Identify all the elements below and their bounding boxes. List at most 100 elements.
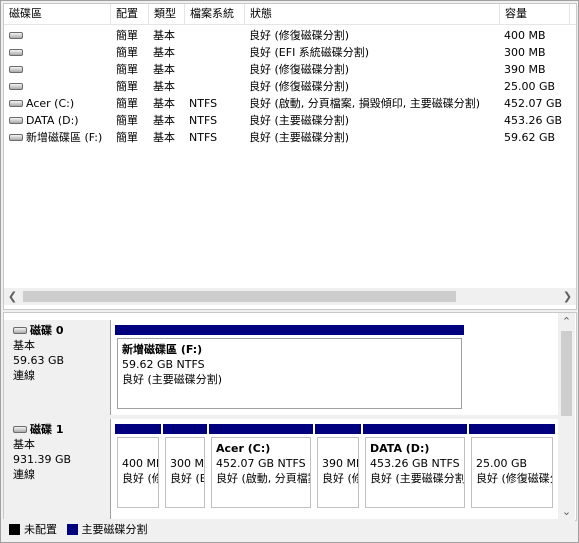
disk-drive-icon [13, 425, 27, 433]
table-row[interactable]: 簡單 基本 良好 (修復磁碟分割) 390 MB [4, 61, 576, 78]
partition-status: 良好 (啟動, 分頁檔案, 損毀傾印, 主要磁碟分割) [216, 472, 310, 485]
volume-name-cell [9, 44, 111, 61]
volume-capacity-cell: 452.07 GB [504, 97, 563, 110]
legend-primary-label: 主要磁碟分割 [81, 523, 148, 536]
volume-type-cell: 基本 [153, 97, 175, 110]
partition-bar [468, 423, 556, 435]
vertical-scrollbar[interactable]: ⌃ ⌄ [558, 313, 575, 520]
partition-bar [162, 423, 208, 435]
volume-status-cell: 良好 (修復磁碟分割) [249, 63, 350, 76]
table-row[interactable]: DATA (D:) 簡單 基本 NTFS 良好 (主要磁碟分割) 453.26 GB [4, 112, 576, 129]
partition-d[interactable]: DATA (D:) 453.26 GB NTFS 良好 (主要磁碟分割) [362, 423, 468, 511]
partition-title [322, 441, 354, 456]
legend-unallocated-swatch [9, 523, 20, 535]
volume-type-cell: 基本 [153, 46, 175, 59]
horizontal-scrollbar[interactable]: ❮ ❯ [4, 288, 576, 305]
volume-list: 磁碟區 配置 類型 檔案系統 狀態 容量 簡單 基本 良好 (修復磁碟分割) 400 … [3, 3, 577, 310]
partition-size: 453.26 GB NTFS [370, 457, 460, 470]
volume-type-cell: 基本 [153, 80, 175, 93]
volume-fs-cell [189, 78, 245, 95]
partition-status: 良好 (修復磁碟分割) [122, 472, 158, 485]
partition-status: 良好 (修復磁碟分割) [322, 472, 358, 485]
partition-bar [314, 423, 362, 435]
partition-title [476, 441, 548, 456]
partition-recovery-3[interactable]: 25.00 GB 良好 (修復磁碟分割) [468, 423, 556, 511]
partition-body: 25.00 GB 良好 (修復磁碟分割) [471, 437, 553, 508]
disk-drive-icon [9, 99, 23, 107]
volume-layout-cell: 簡單 [116, 46, 138, 59]
volume-fs-cell: NTFS [189, 114, 218, 127]
disk-drive-icon [13, 326, 27, 334]
table-row[interactable]: 簡單 基本 良好 (EFI 系統磁碟分割) 300 MB [4, 44, 576, 61]
disk-size: 931.39 GB [13, 453, 72, 466]
column-volume[interactable]: 磁碟區 [4, 4, 111, 24]
scroll-down-arrow[interactable]: ⌄ [558, 503, 575, 520]
partition-f[interactable]: 新增磁碟區 (F:) 59.62 GB NTFS 良好 (主要磁碟分割) [114, 324, 465, 412]
partition-body: 400 MB 良好 (修復磁碟分割) [117, 437, 159, 508]
volume-name: DATA (D:) [26, 114, 79, 127]
table-row[interactable]: 新增磁碟區 (F:) 簡單 基本 NTFS 良好 (主要磁碟分割) 59.62 GB [4, 129, 576, 146]
partition-size: 25.00 GB [476, 457, 528, 470]
disk-size: 59.63 GB [13, 354, 65, 367]
disk-drive-icon [9, 48, 23, 56]
partition-size: 390 MB [322, 457, 358, 470]
partition-body: 390 MB 良好 (修復磁碟分割) [317, 437, 359, 508]
volume-fs-cell [189, 27, 245, 44]
volume-status-cell: 良好 (主要磁碟分割) [249, 114, 350, 127]
horizontal-scroll-thumb[interactable] [23, 291, 456, 302]
disk-name: 磁碟 0 [30, 324, 64, 337]
volume-name-cell: DATA (D:) [9, 112, 111, 129]
disk-type: 基本 [13, 339, 35, 352]
partition-bar [208, 423, 314, 435]
partition-bar [114, 324, 465, 336]
column-type[interactable]: 類型 [149, 4, 185, 24]
partition-body: Acer (C:) 452.07 GB NTFS 良好 (啟動, 分頁檔案, 損毀傾… [211, 437, 311, 508]
disk-1-label[interactable]: 磁碟 1 基本 931.39 GB 連線 [4, 419, 111, 519]
volume-capacity-cell: 25.00 GB [504, 80, 556, 93]
column-status[interactable]: 狀態 [245, 4, 500, 24]
volume-name-cell [9, 78, 111, 95]
disk-0-label[interactable]: 磁碟 0 基本 59.63 GB 連線 [4, 320, 111, 416]
partition-recovery-1[interactable]: 400 MB 良好 (修復磁碟分割) [114, 423, 162, 511]
partition-size: 452.07 GB NTFS [216, 457, 306, 470]
partition-efi[interactable]: 300 MB 良好 (EFI 系統磁碟分割) [162, 423, 208, 511]
volume-name-cell: 新增磁碟區 (F:) [9, 129, 111, 146]
column-filesystem[interactable]: 檔案系統 [185, 4, 245, 24]
partition-title [170, 441, 200, 456]
partition-title: 新增磁碟區 (F:) [122, 343, 203, 356]
scroll-right-arrow[interactable]: ❯ [559, 288, 576, 305]
column-capacity[interactable]: 容量 [500, 4, 570, 24]
partition-size: 59.62 GB NTFS [122, 358, 205, 371]
disk-management-window: 磁碟區 配置 類型 檔案系統 狀態 容量 簡單 基本 良好 (修復磁碟分割) 400 … [0, 0, 579, 543]
partition-status: 良好 (主要磁碟分割) [370, 472, 465, 485]
volume-capacity-cell: 59.62 GB [504, 131, 556, 144]
partition-status: 良好 (EFI 系統磁碟分割) [170, 472, 204, 485]
volume-status-cell: 良好 (修復磁碟分割) [249, 80, 350, 93]
volume-name: Acer (C:) [26, 97, 75, 110]
legend-primary-swatch [66, 523, 78, 535]
partition-recovery-2[interactable]: 390 MB 良好 (修復磁碟分割) [314, 423, 362, 511]
partition-title: Acer (C:) [216, 442, 271, 455]
volume-fs-cell [189, 61, 245, 78]
partition-c[interactable]: Acer (C:) 452.07 GB NTFS 良好 (啟動, 分頁檔案, 損毀傾… [208, 423, 314, 511]
disk-drive-icon [9, 133, 23, 141]
partition-bar [114, 423, 162, 435]
volume-capacity-cell: 300 MB [504, 46, 546, 59]
partition-body: 新增磁碟區 (F:) 59.62 GB NTFS 良好 (主要磁碟分割) [117, 338, 462, 409]
partition-title: DATA (D:) [370, 442, 430, 455]
partition-size: 400 MB [122, 457, 158, 470]
scroll-left-arrow[interactable]: ❮ [4, 288, 21, 305]
table-row[interactable]: 簡單 基本 良好 (修復磁碟分割) 400 MB [4, 27, 576, 44]
table-row[interactable]: 簡單 基本 良好 (修復磁碟分割) 25.00 GB [4, 78, 576, 95]
column-layout[interactable]: 配置 [111, 4, 149, 24]
partition-body: 300 MB 良好 (EFI 系統磁碟分割) [165, 437, 205, 508]
disk-name: 磁碟 1 [30, 423, 64, 436]
volume-name-cell [9, 27, 111, 44]
scroll-up-arrow[interactable]: ⌃ [558, 313, 575, 330]
volume-fs-cell: NTFS [189, 97, 218, 110]
volume-type-cell: 基本 [153, 131, 175, 144]
volume-capacity-cell: 453.26 GB [504, 114, 563, 127]
table-row[interactable]: Acer (C:) 簡單 基本 NTFS 良好 (啟動, 分頁檔案, 損毀傾印, 主要磁… [4, 95, 576, 112]
vertical-scroll-thumb[interactable] [561, 331, 572, 416]
volume-name: 新增磁碟區 (F:) [26, 131, 103, 144]
